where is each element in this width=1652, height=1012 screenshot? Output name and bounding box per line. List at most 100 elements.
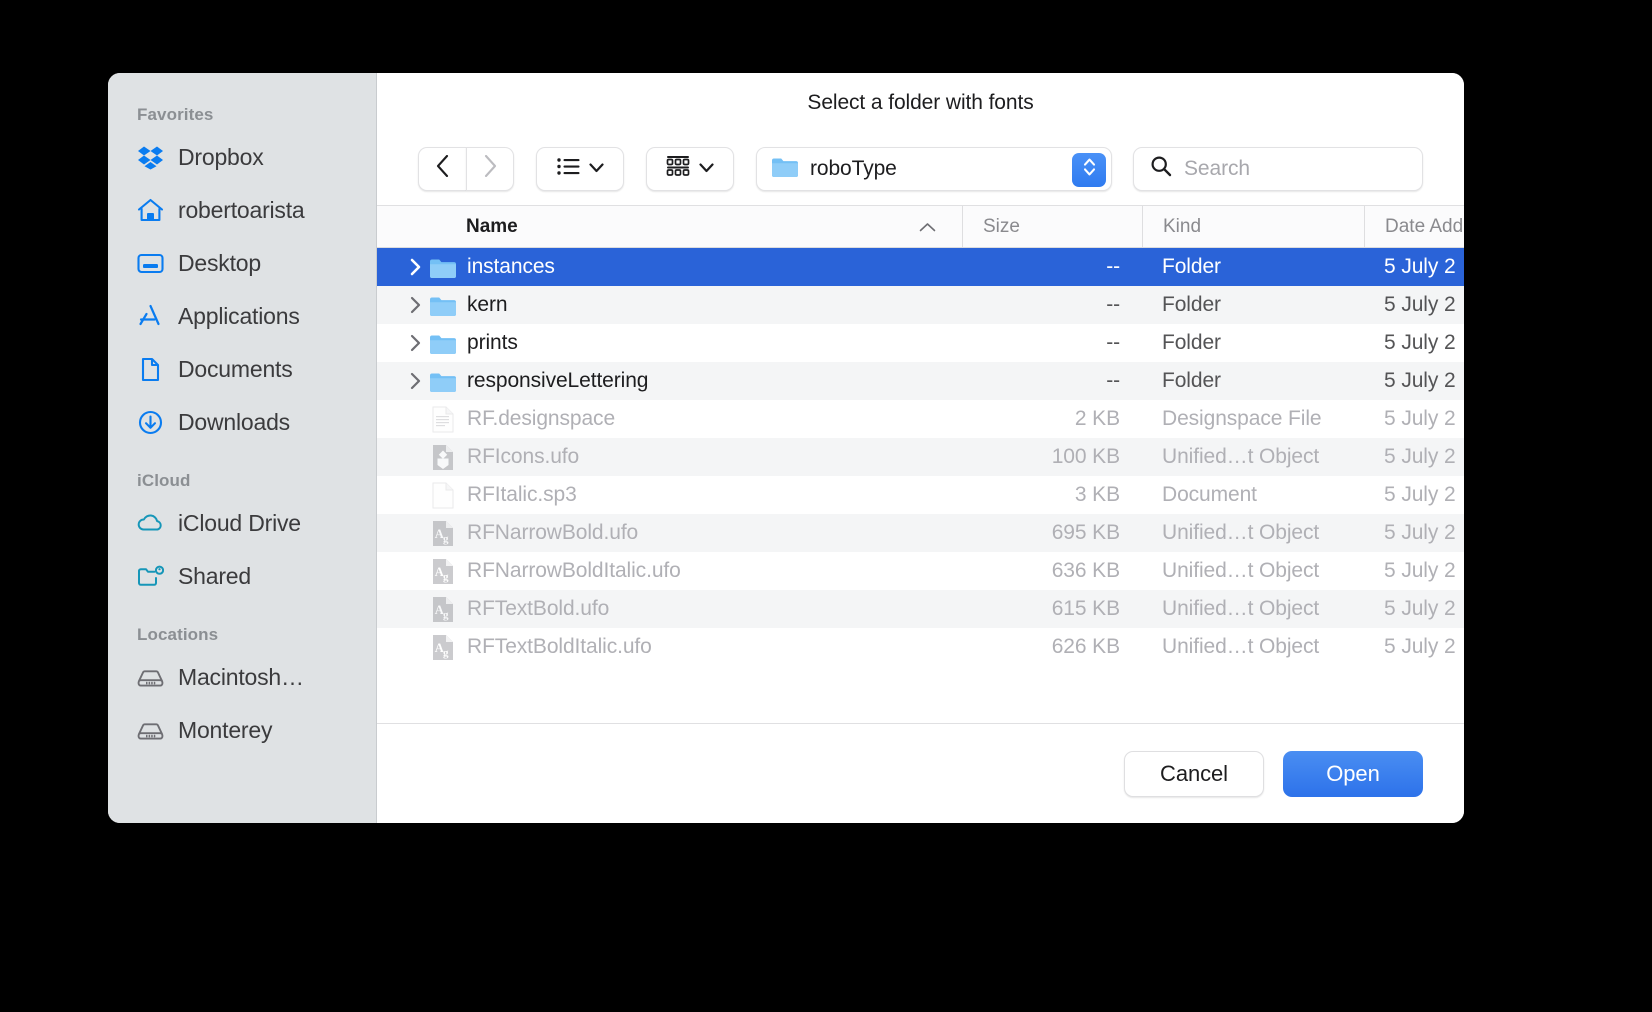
desktop-icon (137, 250, 164, 277)
dialog-footer: Cancel Open (377, 723, 1464, 823)
path-stepper-button[interactable] (1072, 152, 1106, 187)
cell-kind: Document (1162, 483, 1257, 506)
sidebar-item-icloud-drive[interactable]: iCloud Drive (108, 497, 376, 550)
sidebar-group-title: Favorites (137, 105, 214, 124)
sidebar-item-label: Downloads (178, 409, 290, 435)
chevron-down-icon (588, 160, 604, 178)
sidebar-item-macintosh[interactable]: Macintosh… (108, 651, 376, 704)
list-view-icon (556, 157, 580, 181)
table-row[interactable]: A g RFTextBold.ufo 615 KB Unified…t Object… (377, 590, 1464, 628)
sidebar-item-applications[interactable]: Applications (108, 290, 376, 343)
forward-button[interactable] (466, 146, 514, 191)
cell-name: A g RFTextBoldItalic.ufo (377, 634, 962, 660)
chevron-right-icon[interactable] (402, 372, 428, 390)
search-input[interactable] (1184, 156, 1422, 181)
ufo-font-icon: A g (428, 596, 458, 622)
column-header-date-added[interactable]: Date Add (1364, 206, 1464, 247)
cell-date-added: 5 July 2 (1384, 521, 1456, 544)
shared-folder-icon (137, 563, 164, 590)
open-button[interactable]: Open (1283, 750, 1423, 797)
table-row[interactable]: A g RFTextBoldItalic.ufo 626 KB Unified…t … (377, 628, 1464, 666)
cell-name: kern (377, 292, 962, 318)
file-name: responsiveLettering (467, 369, 649, 392)
table-row[interactable]: A g RFNarrowBoldItalic.ufo 636 KB Unified…… (377, 552, 1464, 590)
ufo-font-icon: A g (428, 520, 458, 546)
sidebar-group-title: Locations (137, 625, 219, 644)
folder-icon (428, 292, 458, 318)
blank-document-icon (428, 482, 458, 508)
cell-size: 695 KB (1051, 521, 1120, 544)
group-by-button[interactable] (646, 146, 734, 191)
cell-kind: Unified…t Object (1162, 445, 1320, 468)
cell-size: -- (1106, 369, 1120, 392)
sidebar-item-monterey[interactable]: Monterey (108, 704, 376, 757)
cell-size: -- (1106, 293, 1120, 316)
cell-date-added: 5 July 2 (1384, 635, 1456, 658)
sidebar-item-shared[interactable]: Shared (108, 550, 376, 603)
grid-view-icon (666, 155, 690, 182)
dialog-titlebar: Select a folder with fonts (377, 73, 1464, 132)
sidebar-item-desktop[interactable]: Desktop (108, 237, 376, 290)
sidebar-item-dropbox[interactable]: Dropbox (108, 131, 376, 184)
table-row[interactable]: A g RFNarrowBold.ufo 695 KB Unified…t Obje… (377, 514, 1464, 552)
search-field[interactable] (1133, 146, 1423, 191)
cell-name: instances (377, 254, 962, 280)
home-icon (137, 197, 164, 224)
cancel-button[interactable]: Cancel (1124, 750, 1264, 797)
cell-size: -- (1106, 331, 1120, 354)
chevron-right-icon[interactable] (402, 334, 428, 352)
harddisk-icon (137, 717, 164, 744)
sidebar-item-label: Documents (178, 356, 293, 382)
sidebar-item-documents[interactable]: Documents (108, 343, 376, 396)
cell-date-added: 5 July 2 (1384, 407, 1456, 430)
chevron-down-icon (699, 160, 714, 178)
file-name: instances (467, 255, 555, 278)
path-popup-button[interactable]: roboType (756, 146, 1112, 191)
sidebar-group: Favorites Dropbox robertoarista Desktop … (108, 105, 376, 449)
view-mode-button[interactable] (536, 146, 624, 191)
file-name: RFTextBoldItalic.ufo (467, 635, 652, 658)
column-header-size[interactable]: Size (962, 206, 1142, 247)
back-button[interactable] (418, 146, 466, 191)
sidebar-item-downloads[interactable]: Downloads (108, 396, 376, 449)
cell-date-added: 5 July 2 (1384, 445, 1456, 468)
table-row[interactable]: prints -- Folder 5 July 2 (377, 324, 1464, 362)
cell-size: 100 KB (1051, 445, 1120, 468)
column-header-name[interactable]: Name (377, 206, 962, 247)
table-row[interactable]: RFItalic.sp3 3 KB Document 5 July 2 (377, 476, 1464, 514)
file-name: kern (467, 293, 508, 316)
file-name: RF.designspace (467, 407, 616, 430)
table-row[interactable]: responsiveLettering -- Folder 5 July 2 (377, 362, 1464, 400)
sidebar-item-label: Shared (178, 563, 251, 589)
cell-kind: Unified…t Object (1162, 559, 1320, 582)
column-header-kind-label: Kind (1163, 215, 1202, 237)
harddisk-icon (137, 664, 164, 691)
table-row[interactable]: RFIcons.ufo 100 KB Unified…t Object 5 July … (377, 438, 1464, 476)
table-row[interactable]: instances -- Folder 5 July 2 (377, 248, 1464, 286)
cell-kind: Designspace File (1162, 407, 1322, 430)
table-row[interactable]: RF.designspace 2 KB Designspace File 5 July… (377, 400, 1464, 438)
folder-icon (771, 155, 799, 183)
cell-date-added: 5 July 2 (1384, 483, 1456, 506)
file-name: RFNarrowBoldItalic.ufo (467, 559, 681, 582)
cell-name: prints (377, 330, 962, 356)
dropbox-icon (137, 144, 164, 171)
cell-size: 615 KB (1051, 597, 1120, 620)
chevron-right-icon[interactable] (402, 296, 428, 314)
chevron-right-icon (484, 154, 497, 182)
cell-kind: Folder (1162, 331, 1221, 354)
file-list[interactable]: instances -- Folder 5 July 2 kern -- Folder 5 … (377, 248, 1464, 723)
cell-name: A g RFTextBold.ufo (377, 596, 962, 622)
file-name: RFTextBold.ufo (467, 597, 610, 620)
chevron-right-icon[interactable] (402, 258, 428, 276)
table-row[interactable]: kern -- Folder 5 July 2 (377, 286, 1464, 324)
sidebar: Favorites Dropbox robertoarista Desktop … (108, 73, 377, 823)
sidebar-item-label: Dropbox (178, 144, 264, 170)
sidebar-item-label: Macintosh… (178, 664, 304, 690)
file-picker-dialog: Favorites Dropbox robertoarista Desktop … (108, 73, 1464, 823)
sidebar-item-robertoarista[interactable]: robertoarista (108, 184, 376, 237)
cell-size: 2 KB (1074, 407, 1120, 430)
file-name: RFIcons.ufo (467, 445, 580, 468)
column-header-kind[interactable]: Kind (1142, 206, 1364, 247)
cell-date-added: 5 July 2 (1384, 293, 1456, 316)
